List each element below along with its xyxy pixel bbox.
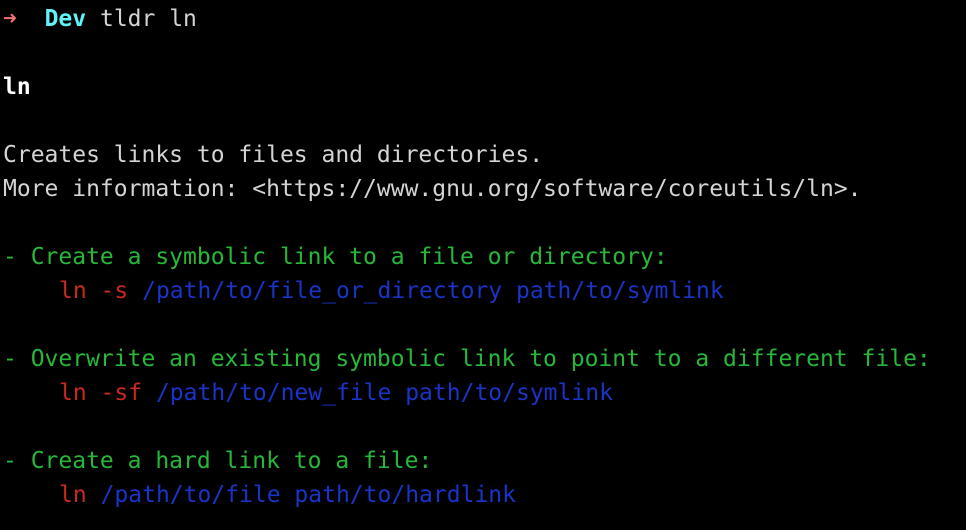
example-command-line: ln -sf /path/to/new_file path/to/symlink bbox=[59, 378, 613, 408]
example-args: /path/to/file_or_directory path/to/symli… bbox=[142, 278, 724, 304]
terminal-window[interactable]: ➜ Dev tldr ln ln Creates links to files … bbox=[0, 0, 966, 530]
example-command: ln -sf bbox=[59, 380, 143, 406]
example-args: /path/to/new_file path/to/symlink bbox=[155, 380, 613, 406]
example-command: ln -s bbox=[59, 278, 129, 304]
page-description: Creates links to files and directories. bbox=[3, 142, 544, 168]
example-description: - Create a symbolic link to a file or di… bbox=[3, 244, 668, 270]
example-command: ln bbox=[59, 482, 87, 508]
example-command-line: ln /path/to/file path/to/hardlink bbox=[59, 480, 516, 510]
more-info-text: More information: <https://www.gnu.org/s… bbox=[3, 176, 862, 202]
example-description: - Create a hard link to a file: bbox=[3, 448, 433, 474]
page-title: ln bbox=[3, 74, 31, 100]
prompt-line: ➜ Dev tldr ln bbox=[3, 4, 197, 34]
example-command-line: ln -s /path/to/file_or_directory path/to… bbox=[59, 276, 724, 306]
prompt-directory: Dev bbox=[44, 6, 87, 32]
example-args: /path/to/file path/to/hardlink bbox=[100, 482, 516, 508]
example-description: - Overwrite an existing symbolic link to… bbox=[3, 346, 931, 372]
prompt-arrow-icon: ➜ bbox=[3, 6, 17, 32]
prompt-command: tldr ln bbox=[99, 6, 197, 32]
